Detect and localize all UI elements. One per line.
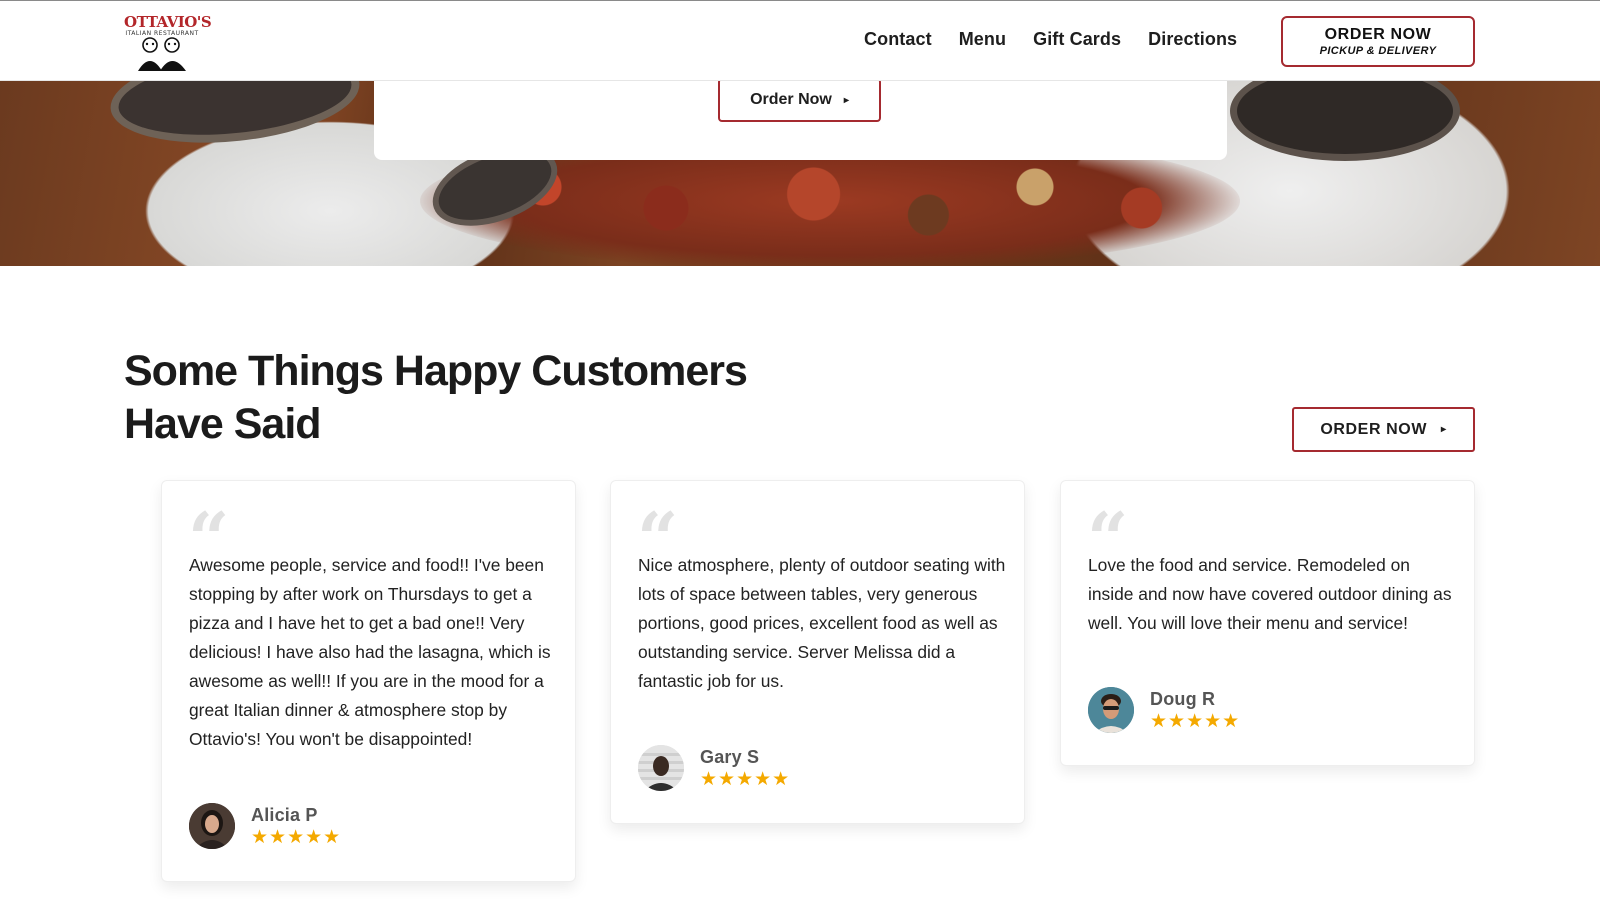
testimonials-heading-line1: Some Things Happy Customers bbox=[124, 347, 748, 395]
logo-wordmark: OTTAVIO'S bbox=[124, 13, 212, 31]
nav-contact[interactable]: Contact bbox=[864, 29, 932, 50]
reviewer: Alicia P ★★★★★ bbox=[189, 803, 341, 849]
nav-menu[interactable]: Menu bbox=[959, 29, 1006, 50]
site-header: OTTAVIO'S ITALIAN RESTAURANT Contact Men… bbox=[0, 0, 1600, 81]
header-order-now-button[interactable]: ORDER NOW PICKUP & DELIVERY bbox=[1281, 16, 1475, 67]
star-rating: ★★★★★ bbox=[700, 768, 791, 790]
review-text: Awesome people, service and food!! I've … bbox=[189, 555, 551, 749]
review-card: “ Nice atmosphere, plenty of outdoor sea… bbox=[610, 480, 1025, 824]
reviewer: Gary S ★★★★★ bbox=[638, 745, 790, 791]
hero-order-now-button[interactable]: Order Now ▸ bbox=[718, 78, 881, 122]
reviewer-name: Gary S bbox=[700, 747, 760, 767]
avatar bbox=[638, 745, 684, 791]
testimonials-order-now-label: ORDER NOW bbox=[1320, 420, 1428, 438]
mussel-shell-shape bbox=[1230, 81, 1460, 161]
testimonials-order-now-button[interactable]: ORDER NOW ▸ bbox=[1292, 407, 1475, 452]
review-text: Nice atmosphere, plenty of outdoor seati… bbox=[638, 555, 1006, 691]
star-rating: ★★★★★ bbox=[251, 826, 342, 848]
testimonials-heading-line2: Have Said bbox=[124, 400, 322, 448]
testimonials-heading: Some Things Happy Customers Have Said bbox=[124, 345, 804, 451]
avatar bbox=[189, 803, 235, 849]
caret-right-icon: ▸ bbox=[1441, 424, 1447, 435]
order-now-label: ORDER NOW bbox=[1324, 26, 1432, 43]
review-card: “ Awesome people, service and food!! I'v… bbox=[161, 480, 576, 882]
reviewer-name: Alicia P bbox=[251, 805, 318, 825]
logo-chefs-illustration bbox=[138, 37, 186, 71]
restaurant-logo[interactable]: OTTAVIO'S ITALIAN RESTAURANT bbox=[124, 13, 212, 71]
review-text: Love the food and service. Remodeled on … bbox=[1088, 555, 1452, 633]
mussel-shell-shape bbox=[105, 81, 365, 154]
avatar bbox=[1088, 687, 1134, 733]
hero-order-now-label: Order Now bbox=[750, 91, 832, 108]
main-nav: Contact Menu Gift Cards Directions bbox=[864, 29, 1264, 50]
nav-directions[interactable]: Directions bbox=[1148, 29, 1237, 50]
pickup-delivery-label: PICKUP & DELIVERY bbox=[1319, 45, 1437, 57]
star-rating: ★★★★★ bbox=[1150, 710, 1241, 732]
caret-right-icon: ▸ bbox=[843, 94, 849, 106]
review-card: “ Love the food and service. Remodeled o… bbox=[1060, 480, 1475, 766]
nav-gift-cards[interactable]: Gift Cards bbox=[1033, 29, 1121, 50]
reviewer-name: Doug R bbox=[1150, 689, 1216, 709]
reviewer: Doug R ★★★★★ bbox=[1088, 687, 1240, 733]
